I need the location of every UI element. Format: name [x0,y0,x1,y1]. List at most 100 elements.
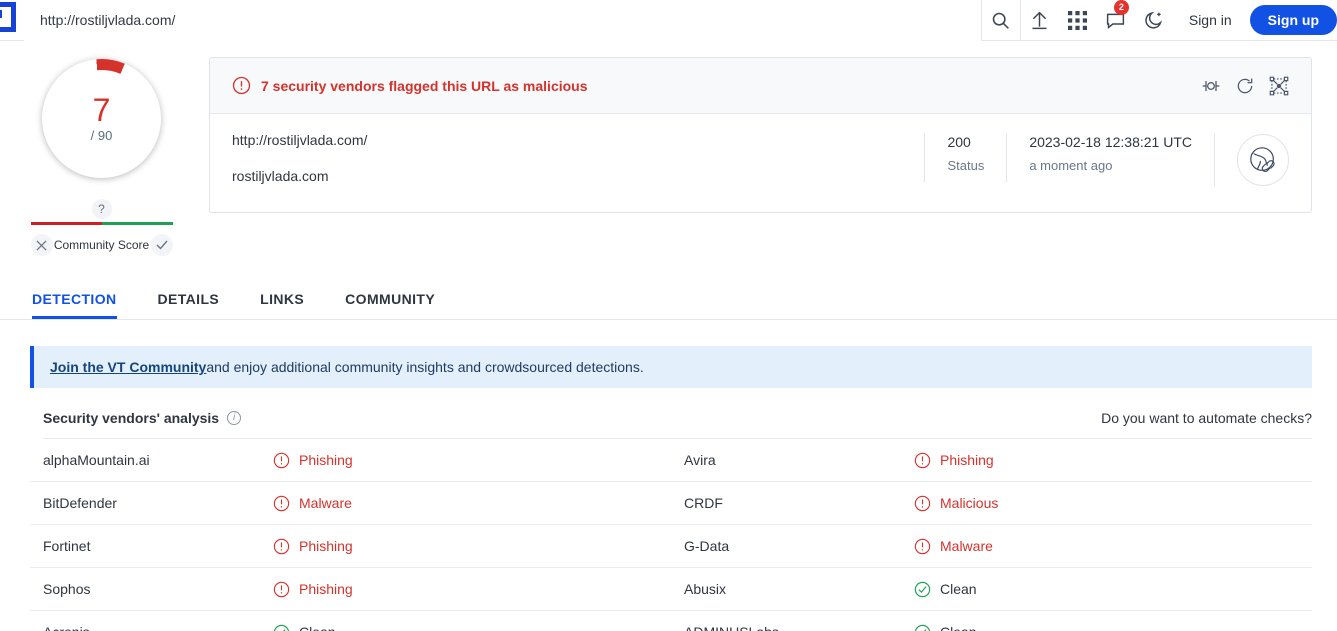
check-circle-icon [273,624,290,631]
vendor-result: Phishing [299,452,353,468]
status-label: Status [947,158,985,173]
community-score-row: Community Score [30,234,173,256]
vendor-name: BitDefender [43,495,117,511]
x-icon[interactable] [30,234,53,256]
apps-grid-icon[interactable] [1059,0,1097,41]
detection-total: / 90 [90,128,113,143]
card-action-buttons [1201,76,1289,96]
community-score-positive [101,222,173,225]
sign-in-link[interactable]: Sign in [1173,12,1248,28]
status-cell: 200 Status [924,134,1006,182]
vendor-result: Clean [940,581,977,597]
vendor-result: Malware [940,538,993,554]
url-type-cell [1214,134,1289,186]
exclamation-circle-icon [273,538,290,555]
tab-community[interactable]: COMMUNITY [345,291,435,319]
vendor-name: G-Data [684,538,730,554]
vendor-result: Clean [940,624,977,631]
vendor-result: Malware [299,495,352,511]
status-code: 200 [947,134,971,150]
tab-detection[interactable]: DETECTION [32,291,117,319]
vendor-column-left: alphaMountain.ai Phishing BitDefender Malwa… [30,439,671,631]
vendor-column-right: Avira Phishing CRDF Malicious G-Data Malware A… [671,439,1312,631]
alert-message: 7 security vendors flagged this URL as m… [232,76,1201,95]
community-score-label: Community Score [53,238,150,252]
globe-link-icon [1237,134,1289,186]
exclamation-circle-icon [273,452,290,469]
analysis-title: Security vendors' analysis [43,410,220,426]
malicious-alert-banner: 7 security vendors flagged this URL as m… [210,58,1311,114]
table-row: alphaMountain.ai Phishing [30,439,671,482]
analysis-title-wrap: Security vendors' analysis i [43,410,242,426]
check-icon[interactable] [150,234,173,256]
scan-date-cell: 2023-02-18 12:38:21 UTC a moment ago [1006,134,1214,182]
logo-square [0,1,16,32]
url-full: http://rostiljvlada.com/ [232,132,368,148]
vendor-name: CRDF [684,495,723,511]
logo-inner-square [0,9,2,18]
exclamation-circle-icon [273,495,290,512]
vendor-name: Acronis [43,624,273,631]
url-details-body: http://rostiljvlada.com/ rostiljvlada.co… [210,114,1311,212]
url-info: http://rostiljvlada.com/ rostiljvlada.co… [232,132,924,184]
detection-score-widget: 7 / 90 ? Community Score [20,57,183,256]
exclamation-circle-icon [273,581,290,598]
vendor-name: alphaMountain.ai [43,452,150,468]
check-circle-icon [914,581,931,598]
table-row: G-Data Malware [671,525,1312,568]
vendor-name: Abusix [684,581,727,597]
sign-up-button[interactable]: Sign up [1249,5,1337,35]
alert-text: 7 security vendors flagged this URL as m… [261,77,588,94]
url-metadata: 200 Status 2023-02-18 12:38:21 UTC a mom… [924,132,1289,186]
exclamation-circle-icon [914,538,931,555]
vendor-name: Avira [684,452,716,468]
vendor-result: Phishing [299,538,353,554]
vendor-result: Malicious [940,495,999,511]
exclamation-circle-icon [914,495,931,512]
vendor-results-table: alphaMountain.ai Phishing BitDefender Malwa… [30,439,1312,631]
community-score-help-icon[interactable]: ? [91,199,112,219]
table-row: ADMINUSLabs Clean [671,611,1312,631]
graph-icon[interactable] [1269,76,1289,96]
vendor-result: Clean [299,624,336,631]
table-row: Abusix Clean [671,568,1312,611]
compare-icon[interactable] [1201,76,1221,96]
vendor-name: ADMINUSLabs [684,624,914,631]
page-content: 7 / 90 ? Community Score 7 security vend… [0,41,1337,631]
vendor-name: Fortinet [43,538,91,554]
community-promo-banner: Join the VT Community and enjoy addition… [30,346,1312,388]
url-domain[interactable]: rostiljvlada.com [232,168,924,184]
reanalyze-icon[interactable] [1235,76,1255,96]
result-tabs: DETECTION DETAILS LINKS COMMUNITY [0,285,1337,320]
table-row: Fortinet Phishing [30,525,671,568]
tab-links[interactable]: LINKS [260,291,304,319]
check-circle-icon [914,624,931,631]
join-vt-community-link[interactable]: Join the VT Community [50,359,206,375]
vendor-result: Phishing [299,581,353,597]
exclamation-circle-icon [914,452,931,469]
donut-center: 7 / 90 [53,70,150,167]
table-row: Sophos Phishing [30,568,671,611]
upload-icon[interactable] [1021,0,1059,41]
community-score-negative [30,222,102,225]
dark-mode-moon-icon[interactable] [1135,0,1173,41]
scan-relative-time: a moment ago [1029,158,1113,173]
info-icon[interactable]: i [227,411,242,425]
url-summary-card: 7 security vendors flagged this URL as m… [209,57,1312,213]
automate-checks-link[interactable]: Do you want to automate checks? [1101,410,1312,426]
top-header: http://rostiljvlada.com/ 2 Sign in Sign … [0,0,1337,41]
virustotal-logo[interactable] [0,0,24,41]
analysis-header: Security vendors' analysis i Do you want… [43,410,1312,439]
vendor-name: Sophos [43,581,91,597]
promo-text: and enjoy additional community insights … [206,359,644,375]
table-row: Avira Phishing [671,439,1312,482]
chat-bubble-icon[interactable]: 2 [1097,0,1135,41]
detection-count: 7 [92,92,111,128]
tab-details[interactable]: DETAILS [158,291,220,319]
search-icon[interactable] [982,0,1020,41]
table-row: BitDefender Malware [30,482,671,525]
detection-donut: 7 / 90 [42,59,161,178]
scan-date: 2023-02-18 12:38:21 UTC [1029,134,1192,150]
search-input[interactable]: http://rostiljvlada.com/ [24,0,981,41]
table-row: CRDF Malicious [671,482,1312,525]
